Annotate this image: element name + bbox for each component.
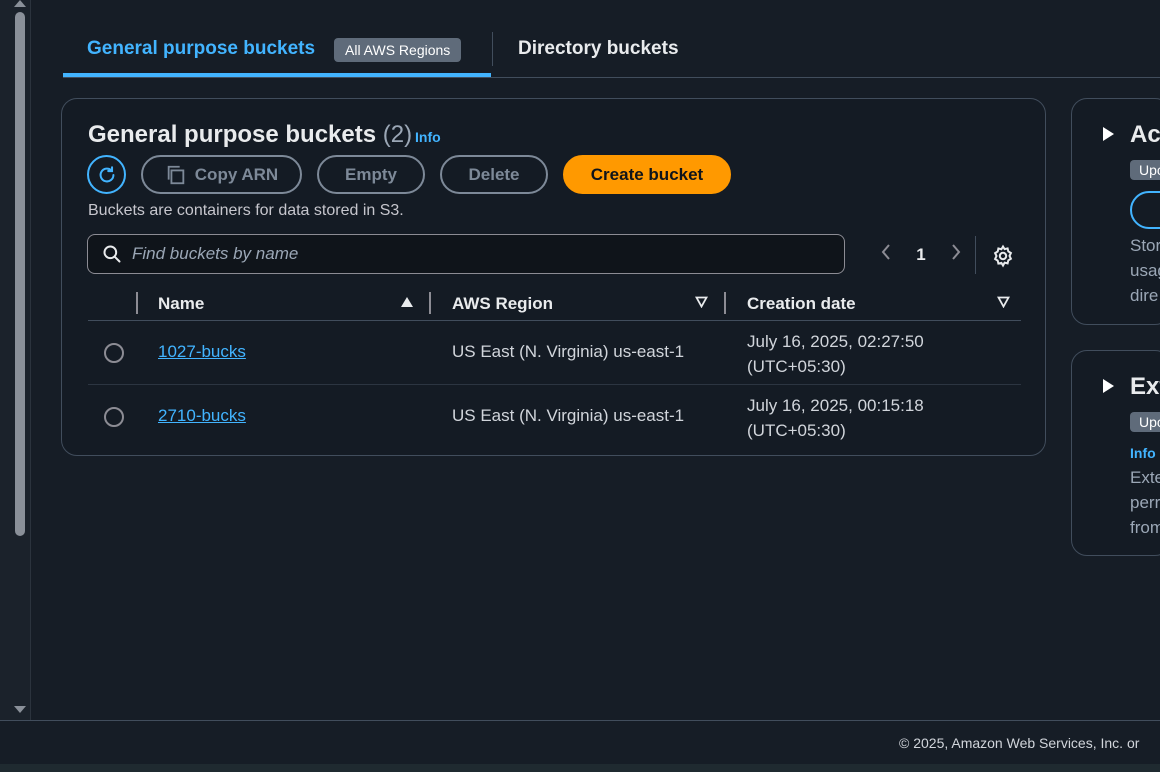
column-divider[interactable] — [429, 292, 431, 314]
row-select-radio[interactable] — [104, 407, 124, 427]
tab-divider — [492, 32, 493, 66]
side-card-text-line: Stor — [1130, 236, 1160, 255]
column-divider[interactable] — [724, 292, 726, 314]
refresh-icon — [99, 165, 114, 182]
copy-arn-button[interactable]: Copy ARN — [141, 155, 302, 194]
bucket-region: US East (N. Virginia) us-east-1 — [452, 342, 685, 361]
bucket-name-link[interactable]: 1027-bucks — [158, 342, 246, 362]
page-scrollbar[interactable] — [0, 0, 31, 720]
info-link[interactable]: Info — [415, 129, 441, 145]
side-card-text-line: from — [1130, 518, 1160, 537]
scrollbar-thumb[interactable] — [15, 12, 25, 536]
search-icon — [103, 245, 121, 263]
side-card-title[interactable]: Ext — [1130, 373, 1160, 401]
side-card-text-line: perr — [1130, 493, 1160, 512]
side-card-title[interactable]: Acc — [1130, 121, 1160, 149]
side-card-text-line: dire — [1130, 286, 1159, 305]
side-card-info-link[interactable]: Info — [1130, 445, 1156, 461]
pagination: 1 — [874, 240, 968, 270]
create-bucket-button[interactable]: Create bucket — [563, 155, 731, 194]
creation-date-value: July 16, 2025, 02:27:50 — [747, 332, 924, 351]
bucket-search[interactable] — [87, 234, 845, 274]
row-select-radio[interactable] — [104, 343, 124, 363]
sort-descending-icon[interactable] — [997, 296, 1010, 308]
search-input[interactable] — [132, 244, 812, 264]
scroll-up-arrow-icon[interactable] — [14, 0, 26, 7]
pagination-divider — [975, 236, 976, 274]
current-page-number[interactable]: 1 — [898, 245, 944, 265]
sort-descending-icon[interactable] — [695, 296, 708, 308]
copy-icon — [167, 165, 185, 184]
empty-button[interactable]: Empty — [317, 155, 425, 194]
taskbar-strip — [0, 764, 1160, 772]
tab-general-purpose-label: General purpose buckets — [87, 38, 316, 59]
scroll-down-arrow-icon[interactable] — [14, 706, 26, 713]
creation-date-timezone: (UTC+05:30) — [747, 421, 846, 440]
column-header-region[interactable]: AWS Region — [452, 294, 553, 314]
expand-caret-icon[interactable] — [1103, 379, 1114, 393]
bucket-region: US East (N. Virginia) us-east-1 — [452, 406, 685, 425]
next-page-icon[interactable] — [944, 243, 968, 267]
previous-page-icon[interactable] — [874, 243, 898, 267]
buckets-panel: General purpose buckets (2) Info Copy AR… — [61, 98, 1046, 456]
side-card-button[interactable] — [1130, 191, 1160, 229]
column-header-creation-date[interactable]: Creation date — [747, 294, 856, 314]
buckets-table: Name AWS Region Creation date 1027-bucks… — [88, 285, 1021, 449]
side-card-external-access: Ext Upc Info Exte perr from — [1071, 350, 1160, 556]
panel-description: Buckets are containers for data stored i… — [88, 202, 404, 219]
table-row[interactable]: 2710-bucks US East (N. Virginia) us-east… — [88, 385, 1021, 449]
panel-title: General purpose buckets (2) — [88, 121, 412, 149]
all-regions-badge: All AWS Regions — [334, 38, 462, 62]
bucket-creation-date: July 16, 2025, 02:27:50 (UTC+05:30) — [747, 329, 924, 379]
creation-date-timezone: (UTC+05:30) — [747, 357, 846, 376]
gear-icon[interactable] — [991, 244, 1015, 268]
sort-ascending-icon[interactable] — [401, 297, 413, 307]
bucket-name-link[interactable]: 2710-bucks — [158, 406, 246, 426]
bucket-count: (2) — [382, 121, 413, 148]
tab-directory-buckets[interactable]: Directory buckets — [518, 38, 679, 60]
bucket-type-tabs: General purpose buckets All AWS Regions … — [63, 0, 1160, 78]
table-row[interactable]: 1027-bucks US East (N. Virginia) us-east… — [88, 321, 1021, 385]
column-header-name[interactable]: Name — [158, 294, 204, 314]
expand-caret-icon[interactable] — [1103, 127, 1114, 141]
side-card-text-line: Exte — [1130, 468, 1160, 487]
tab-general-purpose-buckets[interactable]: General purpose buckets All AWS Regions — [63, 30, 491, 77]
creation-date-value: July 16, 2025, 00:15:18 — [747, 396, 924, 415]
column-divider[interactable] — [136, 292, 138, 314]
refresh-button[interactable] — [87, 155, 126, 194]
table-header: Name AWS Region Creation date — [88, 285, 1021, 321]
page-footer: © 2025, Amazon Web Services, Inc. or — [0, 720, 1160, 764]
copy-arn-label: Copy ARN — [194, 164, 279, 184]
panel-title-text: General purpose buckets — [88, 121, 377, 148]
side-card-badge: Upc — [1130, 160, 1160, 180]
bucket-creation-date: July 16, 2025, 00:15:18 (UTC+05:30) — [747, 393, 924, 443]
side-card-text-line: usag — [1130, 261, 1160, 280]
side-card-account-snapshot: Acc Upc Stor usag dire — [1071, 98, 1160, 325]
side-card-badge: Upc — [1130, 412, 1160, 432]
copyright-text: © 2025, Amazon Web Services, Inc. or — [899, 735, 1140, 751]
delete-button[interactable]: Delete — [440, 155, 548, 194]
